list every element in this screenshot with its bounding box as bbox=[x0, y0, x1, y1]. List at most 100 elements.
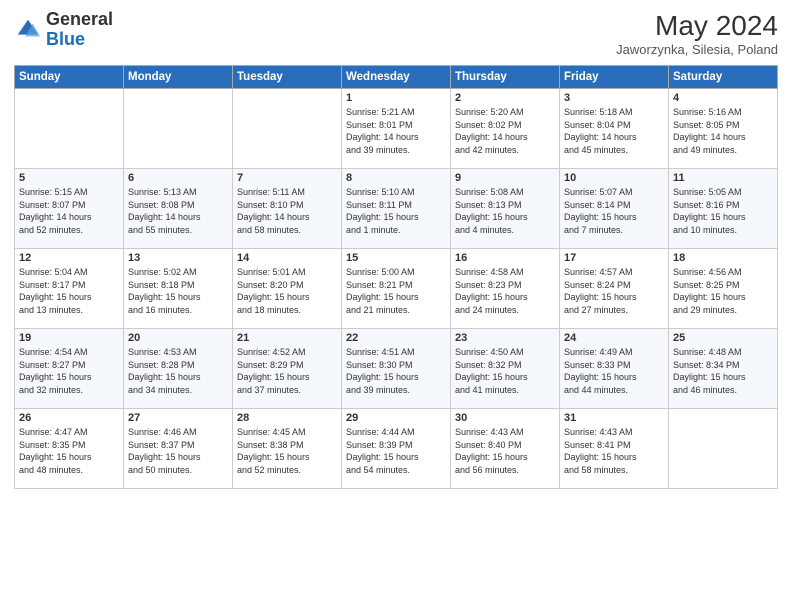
day-number: 20 bbox=[128, 332, 228, 344]
day-info: Sunrise: 4:46 AM Sunset: 8:37 PM Dayligh… bbox=[128, 426, 228, 476]
day-info: Sunrise: 4:51 AM Sunset: 8:30 PM Dayligh… bbox=[346, 346, 446, 396]
day-number: 26 bbox=[19, 412, 119, 424]
day-cell: 22 Sunrise: 4:51 AM Sunset: 8:30 PM Dayli… bbox=[342, 329, 451, 409]
day-info: Sunrise: 4:45 AM Sunset: 8:38 PM Dayligh… bbox=[237, 426, 337, 476]
day-info: Sunrise: 5:08 AM Sunset: 8:13 PM Dayligh… bbox=[455, 186, 555, 236]
header-row: SundayMondayTuesdayWednesdayThursdayFrid… bbox=[15, 66, 778, 89]
day-number: 23 bbox=[455, 332, 555, 344]
logo-text-blue: Blue bbox=[46, 30, 113, 50]
day-number: 5 bbox=[19, 172, 119, 184]
day-cell: 12 Sunrise: 5:04 AM Sunset: 8:17 PM Dayli… bbox=[15, 249, 124, 329]
day-number: 10 bbox=[564, 172, 664, 184]
day-number: 30 bbox=[455, 412, 555, 424]
col-header-monday: Monday bbox=[124, 66, 233, 89]
header: General Blue May 2024 Jaworzynka, Silesi… bbox=[14, 10, 778, 57]
day-number: 28 bbox=[237, 412, 337, 424]
day-number: 19 bbox=[19, 332, 119, 344]
day-info: Sunrise: 4:52 AM Sunset: 8:29 PM Dayligh… bbox=[237, 346, 337, 396]
day-cell: 13Sunrise: 5:02 AM Sunset: 8:18 PM Dayli… bbox=[124, 249, 233, 329]
day-number: 4 bbox=[673, 92, 773, 104]
day-cell: 28 Sunrise: 4:45 AM Sunset: 8:38 PM Dayli… bbox=[233, 409, 342, 489]
day-number: 17 bbox=[564, 252, 664, 264]
col-header-wednesday: Wednesday bbox=[342, 66, 451, 89]
day-number: 24 bbox=[564, 332, 664, 344]
day-info: Sunrise: 5:16 AM Sunset: 8:05 PM Dayligh… bbox=[673, 106, 773, 156]
day-info: Sunrise: 4:54 AM Sunset: 8:27 PM Dayligh… bbox=[19, 346, 119, 396]
day-cell: 27 Sunrise: 4:46 AM Sunset: 8:37 PM Dayli… bbox=[124, 409, 233, 489]
day-number: 18 bbox=[673, 252, 773, 264]
day-cell: 1Sunrise: 5:21 AM Sunset: 8:01 PM Daylig… bbox=[342, 89, 451, 169]
day-info: Sunrise: 5:05 AM Sunset: 8:16 PM Dayligh… bbox=[673, 186, 773, 236]
day-cell: 25 Sunrise: 4:48 AM Sunset: 8:34 PM Dayli… bbox=[669, 329, 778, 409]
day-info: Sunrise: 4:57 AM Sunset: 8:24 PM Dayligh… bbox=[564, 266, 664, 316]
day-cell: 2 Sunrise: 5:20 AM Sunset: 8:02 PM Daylig… bbox=[451, 89, 560, 169]
day-cell: 24 Sunrise: 4:49 AM Sunset: 8:33 PM Dayli… bbox=[560, 329, 669, 409]
day-info: Sunrise: 4:48 AM Sunset: 8:34 PM Dayligh… bbox=[673, 346, 773, 396]
day-number: 3 bbox=[564, 92, 664, 104]
day-cell: 20Sunrise: 4:53 AM Sunset: 8:28 PM Dayli… bbox=[124, 329, 233, 409]
week-row-1: 1Sunrise: 5:21 AM Sunset: 8:01 PM Daylig… bbox=[15, 89, 778, 169]
day-cell: 8 Sunrise: 5:10 AM Sunset: 8:11 PM Daylig… bbox=[342, 169, 451, 249]
title-block: May 2024 Jaworzynka, Silesia, Poland bbox=[616, 10, 778, 57]
day-cell: 10Sunrise: 5:07 AM Sunset: 8:14 PM Dayli… bbox=[560, 169, 669, 249]
day-number: 25 bbox=[673, 332, 773, 344]
logo-icon bbox=[14, 16, 42, 44]
day-cell: 17 Sunrise: 4:57 AM Sunset: 8:24 PM Dayli… bbox=[560, 249, 669, 329]
day-cell: 19 Sunrise: 4:54 AM Sunset: 8:27 PM Dayli… bbox=[15, 329, 124, 409]
col-header-tuesday: Tuesday bbox=[233, 66, 342, 89]
day-cell: 23 Sunrise: 4:50 AM Sunset: 8:32 PM Dayli… bbox=[451, 329, 560, 409]
col-header-thursday: Thursday bbox=[451, 66, 560, 89]
calendar-table: SundayMondayTuesdayWednesdayThursdayFrid… bbox=[14, 65, 778, 489]
day-number: 15 bbox=[346, 252, 446, 264]
day-info: Sunrise: 5:20 AM Sunset: 8:02 PM Dayligh… bbox=[455, 106, 555, 156]
logo-text-general: General bbox=[46, 10, 113, 30]
main-title: May 2024 bbox=[616, 10, 778, 42]
day-number: 6 bbox=[128, 172, 228, 184]
day-number: 27 bbox=[128, 412, 228, 424]
day-info: Sunrise: 4:43 AM Sunset: 8:40 PM Dayligh… bbox=[455, 426, 555, 476]
day-info: Sunrise: 5:21 AM Sunset: 8:01 PM Dayligh… bbox=[346, 106, 446, 156]
day-info: Sunrise: 4:43 AM Sunset: 8:41 PM Dayligh… bbox=[564, 426, 664, 476]
day-number: 9 bbox=[455, 172, 555, 184]
day-cell: 15 Sunrise: 5:00 AM Sunset: 8:21 PM Dayli… bbox=[342, 249, 451, 329]
day-cell: 30 Sunrise: 4:43 AM Sunset: 8:40 PM Dayli… bbox=[451, 409, 560, 489]
day-info: Sunrise: 5:18 AM Sunset: 8:04 PM Dayligh… bbox=[564, 106, 664, 156]
day-info: Sunrise: 5:13 AM Sunset: 8:08 PM Dayligh… bbox=[128, 186, 228, 236]
day-number: 21 bbox=[237, 332, 337, 344]
day-info: Sunrise: 5:10 AM Sunset: 8:11 PM Dayligh… bbox=[346, 186, 446, 236]
day-number: 14 bbox=[237, 252, 337, 264]
week-row-2: 5Sunrise: 5:15 AM Sunset: 8:07 PM Daylig… bbox=[15, 169, 778, 249]
week-row-3: 12 Sunrise: 5:04 AM Sunset: 8:17 PM Dayli… bbox=[15, 249, 778, 329]
subtitle: Jaworzynka, Silesia, Poland bbox=[616, 42, 778, 57]
day-number: 22 bbox=[346, 332, 446, 344]
day-info: Sunrise: 5:00 AM Sunset: 8:21 PM Dayligh… bbox=[346, 266, 446, 316]
day-info: Sunrise: 5:01 AM Sunset: 8:20 PM Dayligh… bbox=[237, 266, 337, 316]
day-cell: 9 Sunrise: 5:08 AM Sunset: 8:13 PM Daylig… bbox=[451, 169, 560, 249]
day-cell: 4 Sunrise: 5:16 AM Sunset: 8:05 PM Daylig… bbox=[669, 89, 778, 169]
day-number: 8 bbox=[346, 172, 446, 184]
day-info: Sunrise: 4:50 AM Sunset: 8:32 PM Dayligh… bbox=[455, 346, 555, 396]
day-info: Sunrise: 4:58 AM Sunset: 8:23 PM Dayligh… bbox=[455, 266, 555, 316]
day-cell: 5Sunrise: 5:15 AM Sunset: 8:07 PM Daylig… bbox=[15, 169, 124, 249]
day-cell: 3 Sunrise: 5:18 AM Sunset: 8:04 PM Daylig… bbox=[560, 89, 669, 169]
week-row-4: 19 Sunrise: 4:54 AM Sunset: 8:27 PM Dayli… bbox=[15, 329, 778, 409]
day-info: Sunrise: 5:02 AM Sunset: 8:18 PM Dayligh… bbox=[128, 266, 228, 316]
col-header-sunday: Sunday bbox=[15, 66, 124, 89]
day-cell: 14 Sunrise: 5:01 AM Sunset: 8:20 PM Dayli… bbox=[233, 249, 342, 329]
day-cell: 7 Sunrise: 5:11 AM Sunset: 8:10 PM Daylig… bbox=[233, 169, 342, 249]
day-number: 7 bbox=[237, 172, 337, 184]
day-info: Sunrise: 5:04 AM Sunset: 8:17 PM Dayligh… bbox=[19, 266, 119, 316]
day-cell: 29Sunrise: 4:44 AM Sunset: 8:39 PM Dayli… bbox=[342, 409, 451, 489]
day-number: 31 bbox=[564, 412, 664, 424]
day-cell bbox=[233, 89, 342, 169]
day-number: 12 bbox=[19, 252, 119, 264]
day-info: Sunrise: 4:49 AM Sunset: 8:33 PM Dayligh… bbox=[564, 346, 664, 396]
week-row-5: 26Sunrise: 4:47 AM Sunset: 8:35 PM Dayli… bbox=[15, 409, 778, 489]
day-number: 2 bbox=[455, 92, 555, 104]
day-cell: 18Sunrise: 4:56 AM Sunset: 8:25 PM Dayli… bbox=[669, 249, 778, 329]
day-info: Sunrise: 5:11 AM Sunset: 8:10 PM Dayligh… bbox=[237, 186, 337, 236]
logo: General Blue bbox=[14, 10, 113, 50]
col-header-saturday: Saturday bbox=[669, 66, 778, 89]
day-cell: 16Sunrise: 4:58 AM Sunset: 8:23 PM Dayli… bbox=[451, 249, 560, 329]
day-number: 29 bbox=[346, 412, 446, 424]
